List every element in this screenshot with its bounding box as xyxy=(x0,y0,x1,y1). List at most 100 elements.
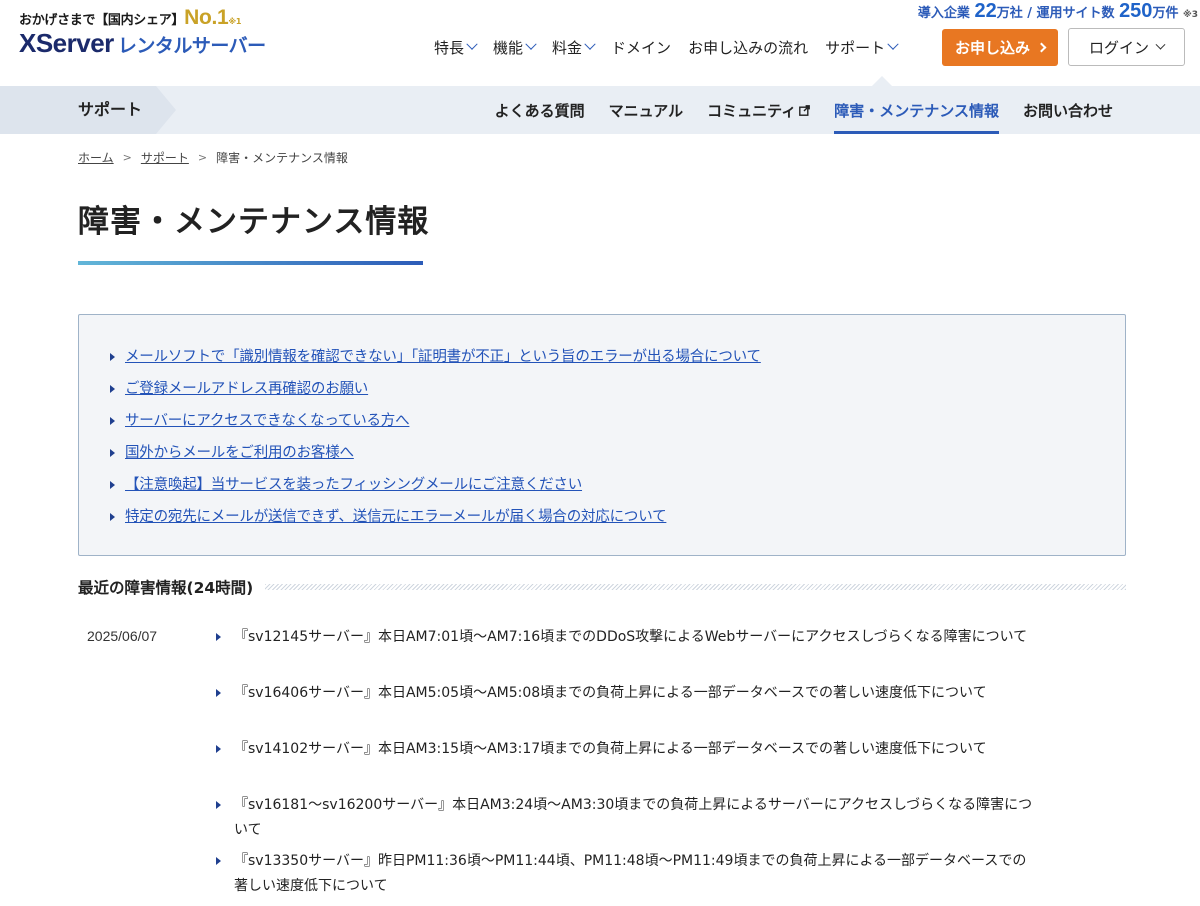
tagline-note: ※1 xyxy=(228,17,242,26)
notice-link[interactable]: サーバーにアクセスできなくなっている方へ xyxy=(125,409,410,430)
notice-link[interactable]: ご登録メールアドレス再確認のお願い xyxy=(125,377,368,398)
notice-link[interactable]: 国外からメールをご利用のお客様へ xyxy=(125,441,354,462)
section-heading-label: 最近の障害情報(24時間) xyxy=(78,579,254,597)
breadcrumb-separator: > xyxy=(197,151,208,164)
recent-faults-heading: 最近の障害情報(24時間) xyxy=(78,576,1126,598)
list-item: 特定の宛先にメールが送信できず、送信元にエラーメールが届く場合の対応について xyxy=(79,499,1125,531)
breadcrumb-support[interactable]: サポート xyxy=(141,149,189,166)
fault-item-text[interactable]: 『sv13350サーバー』昨日PM11:36頃～PM11:44頃、PM11:48… xyxy=(234,849,1036,898)
stats-banner: 導入企業 22万社 / 運用サイト数 250万件 ※3 xyxy=(918,0,1198,23)
notice-link[interactable]: 【注意喚起】当サービスを装ったフィッシングメールにご注意ください xyxy=(125,473,582,494)
fault-item[interactable]: 『sv13350サーバー』昨日PM11:36頃～PM11:44頃、PM11:48… xyxy=(216,849,1036,905)
triangle-right-icon xyxy=(216,689,221,697)
triangle-right-icon xyxy=(216,745,221,753)
nav-item-label: 機能 xyxy=(493,38,524,57)
triangle-right-icon xyxy=(110,480,115,489)
external-link-icon xyxy=(799,104,811,116)
support-subnav: サポート よくある質問 マニュアル コミュニティ 障害・メンテナンス情報 お問い… xyxy=(0,86,1200,134)
subnav-link-label: よくある質問 xyxy=(494,101,585,120)
chevron-down-icon xyxy=(525,38,537,50)
chevron-down-icon xyxy=(1155,39,1166,50)
nav-item-label: サポート xyxy=(825,38,886,57)
stats-companies: 22 xyxy=(974,0,997,22)
fault-date: 2025/06/07 xyxy=(87,628,158,644)
fault-item[interactable]: 『sv12145サーバー』本日AM7:01頃～AM7:16頃までのDDoS攻撃に… xyxy=(216,625,1036,681)
subnav-link-community[interactable]: コミュニティ xyxy=(707,86,811,134)
fault-item-text[interactable]: 『sv12145サーバー』本日AM7:01頃～AM7:16頃までのDDoS攻撃に… xyxy=(234,625,1027,650)
login-button-label: ログイン xyxy=(1088,38,1149,57)
stats-suffix: 万件 xyxy=(1152,6,1179,21)
brand[interactable]: おかげさまで【国内シェア】No.1※1 XServer レンタルサーバー xyxy=(19,6,266,59)
subnav-links: よくある質問 マニュアル コミュニティ 障害・メンテナンス情報 お問い合わせ xyxy=(471,86,1113,134)
stats-prefix: 導入企業 xyxy=(917,6,970,21)
main-nav: 特長 機能 料金 ドメイン お申し込みの流れ サポート xyxy=(434,30,914,64)
apply-button-label: お申し込み xyxy=(954,39,1030,57)
triangle-right-icon xyxy=(110,384,115,393)
breadcrumb: ホーム > サポート > 障害・メンテナンス情報 xyxy=(78,149,348,166)
list-item: 【注意喚起】当サービスを装ったフィッシングメールにご注意ください xyxy=(79,467,1125,499)
fault-item[interactable]: 『sv14102サーバー』本日AM3:15頃～AM3:17頃までの負荷上昇による… xyxy=(216,737,1036,793)
stats-note: ※3 xyxy=(1182,10,1198,20)
nav-item-domain[interactable]: ドメイン xyxy=(611,37,671,58)
chevron-down-icon xyxy=(584,38,596,50)
subnav-link-contact[interactable]: お問い合わせ xyxy=(1023,86,1113,134)
chevron-down-icon xyxy=(466,38,478,50)
stats-mid: 万社 / 運用サイト数 xyxy=(996,6,1115,21)
nav-item-label: 特長 xyxy=(434,38,465,57)
logo[interactable]: XServer レンタルサーバー xyxy=(19,28,266,59)
triangle-right-icon xyxy=(216,633,221,641)
nav-item-label: 料金 xyxy=(552,38,583,57)
list-item: 国外からメールをご利用のお客様へ xyxy=(79,435,1125,467)
nav-item-support[interactable]: サポート xyxy=(825,37,899,58)
notice-link[interactable]: メールソフトで「識別情報を確認できない」「証明書が不正」という旨のエラーが出る場… xyxy=(125,345,761,366)
logo-wordmark: XServer xyxy=(19,28,114,58)
page-title: 障害・メンテナンス情報 xyxy=(78,204,430,240)
fault-item-text[interactable]: 『sv16181～sv16200サーバー』本日AM3:24頃～AM3:30頃まで… xyxy=(234,793,1036,842)
subnav-link-label: 障害・メンテナンス情報 xyxy=(834,101,999,120)
nav-item-features[interactable]: 特長 xyxy=(434,37,478,58)
fault-item-text[interactable]: 『sv14102サーバー』本日AM3:15頃～AM3:17頃までの負荷上昇による… xyxy=(234,737,987,762)
fault-list: 『sv12145サーバー』本日AM7:01頃～AM7:16頃までのDDoS攻撃に… xyxy=(216,625,1036,905)
nav-item-flow[interactable]: お申し込みの流れ xyxy=(688,37,808,58)
chevron-down-icon xyxy=(887,38,899,50)
triangle-right-icon xyxy=(216,857,221,865)
heading-divider xyxy=(265,584,1126,590)
no1-badge: No.1 xyxy=(184,6,229,29)
stats-sites: 250 xyxy=(1119,0,1153,22)
list-item: ご登録メールアドレス再確認のお願い xyxy=(79,371,1125,403)
title-underline xyxy=(78,261,423,265)
triangle-right-icon xyxy=(110,512,115,521)
notice-box: メールソフトで「識別情報を確認できない」「証明書が不正」という旨のエラーが出る場… xyxy=(78,314,1126,556)
apply-button[interactable]: お申し込み xyxy=(942,29,1058,66)
login-button[interactable]: ログイン xyxy=(1068,28,1185,66)
list-item: サーバーにアクセスできなくなっている方へ xyxy=(79,403,1125,435)
triangle-right-icon xyxy=(110,448,115,457)
subnav-title-arrow xyxy=(156,86,176,134)
tagline: おかげさまで【国内シェア】No.1※1 xyxy=(19,6,266,30)
site-header: おかげさまで【国内シェア】No.1※1 XServer レンタルサーバー 導入企業… xyxy=(0,0,1200,86)
tagline-prefix: おかげさまで【国内シェア】 xyxy=(19,13,185,28)
fault-item-text[interactable]: 『sv16406サーバー』本日AM5:05頃～AM5:08頃までの負荷上昇による… xyxy=(234,681,987,706)
chevron-right-icon xyxy=(1036,42,1047,53)
notice-link[interactable]: 特定の宛先にメールが送信できず、送信元にエラーメールが届く場合の対応について xyxy=(125,505,667,526)
triangle-right-icon xyxy=(110,352,115,361)
triangle-right-icon xyxy=(216,801,221,809)
nav-item-functions[interactable]: 機能 xyxy=(493,37,537,58)
fault-item[interactable]: 『sv16406サーバー』本日AM5:05頃～AM5:08頃までの負荷上昇による… xyxy=(216,681,1036,737)
subnav-link-label: コミュニティ xyxy=(707,101,797,120)
nav-item-label: お申し込みの流れ xyxy=(688,38,809,57)
nav-active-pointer xyxy=(872,76,892,86)
subnav-link-maintenance[interactable]: 障害・メンテナンス情報 xyxy=(834,86,999,134)
subnav-link-label: マニュアル xyxy=(608,101,684,120)
list-item: メールソフトで「識別情報を確認できない」「証明書が不正」という旨のエラーが出る場… xyxy=(79,339,1125,371)
nav-item-label: ドメイン xyxy=(611,38,672,57)
logo-subtitle: レンタルサーバー xyxy=(117,35,266,57)
subnav-title[interactable]: サポート xyxy=(78,86,142,134)
subnav-link-faq[interactable]: よくある質問 xyxy=(495,86,585,134)
breadcrumb-home[interactable]: ホーム xyxy=(78,149,114,166)
subnav-link-manual[interactable]: マニュアル xyxy=(609,86,684,134)
nav-item-pricing[interactable]: 料金 xyxy=(552,37,596,58)
fault-item[interactable]: 『sv16181～sv16200サーバー』本日AM3:24頃～AM3:30頃まで… xyxy=(216,793,1036,849)
breadcrumb-separator: > xyxy=(122,151,132,164)
triangle-right-icon xyxy=(110,416,115,425)
